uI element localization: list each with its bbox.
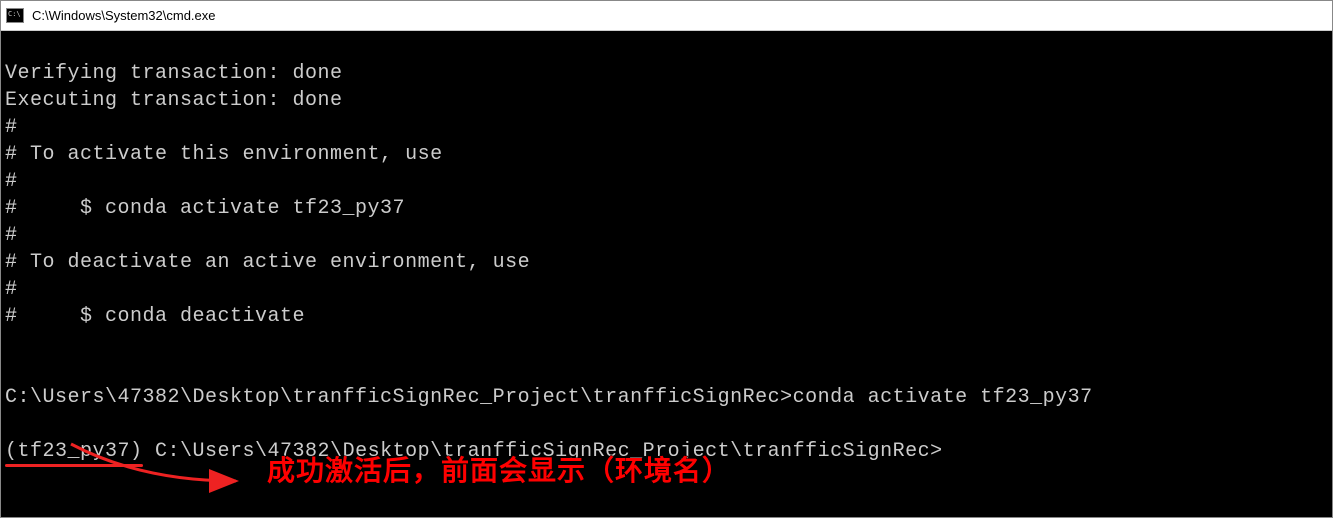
terminal-line: # xyxy=(5,116,18,139)
cmd-icon xyxy=(6,8,24,23)
terminal-line: # $ conda deactivate xyxy=(5,305,305,328)
terminal-line: # xyxy=(5,170,18,193)
annotation: 成功激活后，前面会显示（环境名） xyxy=(81,449,731,489)
terminal-line: # $ conda activate tf23_py37 xyxy=(5,197,405,220)
window-title: C:\Windows\System32\cmd.exe xyxy=(32,8,216,23)
terminal-line: Verifying transaction: done xyxy=(5,62,343,85)
terminal-line: # To deactivate an active environment, u… xyxy=(5,251,530,274)
terminal-line: C:\Users\47382\Desktop\tranfficSignRec_P… xyxy=(5,386,1093,409)
window-titlebar[interactable]: C:\Windows\System32\cmd.exe xyxy=(1,1,1332,31)
terminal-line: # xyxy=(5,278,18,301)
terminal-output[interactable]: Verifying transaction: done Executing tr… xyxy=(1,31,1332,467)
annotation-text: 成功激活后，前面会显示（环境名） xyxy=(267,449,731,489)
terminal-line: Executing transaction: done xyxy=(5,89,343,112)
terminal-line: # To activate this environment, use xyxy=(5,143,443,166)
terminal-line: # xyxy=(5,224,18,247)
